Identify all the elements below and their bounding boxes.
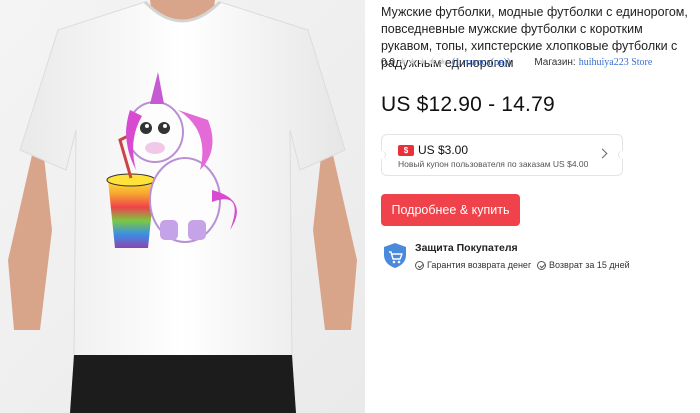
product-image[interactable] xyxy=(0,0,365,413)
guarantee-return: Возврат за 15 дней xyxy=(537,260,630,271)
coupon-box[interactable]: $ US $3.00 Новый купон пользователя по з… xyxy=(377,134,627,176)
buy-button[interactable]: Подробнее & купить xyxy=(381,194,520,226)
guarantee-label: Гарантия возврата денег xyxy=(427,260,532,270)
coupon-amount: US $3.00 xyxy=(418,143,469,157)
price-range: US $12.90 - 14.79 xyxy=(381,93,555,116)
coupon-description: Новый купон пользователя по заказам US $… xyxy=(398,159,589,169)
star-icon: ★ xyxy=(417,57,427,68)
coupon-tag-icon: $ xyxy=(398,145,414,156)
star-icon: ★ xyxy=(427,57,437,68)
guarantee-label: Возврат за 15 дней xyxy=(549,260,630,270)
buyer-protection: Защита Покупателя Гарантия возврата дене… xyxy=(381,240,696,274)
star-icon: ★ xyxy=(407,57,417,68)
votes-link[interactable]: (1 голоса(ов)) xyxy=(452,56,511,70)
check-circle-icon xyxy=(537,261,546,270)
rating-row: 0.0 ★ ★ ★ ★ ★ (1 голоса(ов)) Магазин: hu… xyxy=(381,56,696,70)
store-link[interactable]: huihuiya223 Store xyxy=(579,56,653,70)
chevron-right-icon[interactable] xyxy=(597,148,608,159)
guarantee-money-back: Гарантия возврата денег xyxy=(415,260,531,271)
check-circle-icon xyxy=(415,261,424,270)
star-icon: ★ xyxy=(398,57,407,68)
star-icon: ★ xyxy=(437,57,447,68)
rating-value: 0.0 xyxy=(381,57,395,68)
store-label: Магазин: xyxy=(534,57,576,68)
rating-stars: ★ ★ ★ ★ ★ xyxy=(398,58,447,68)
shield-cart-icon xyxy=(384,243,406,268)
protection-title: Защита Покупателя xyxy=(415,242,518,254)
